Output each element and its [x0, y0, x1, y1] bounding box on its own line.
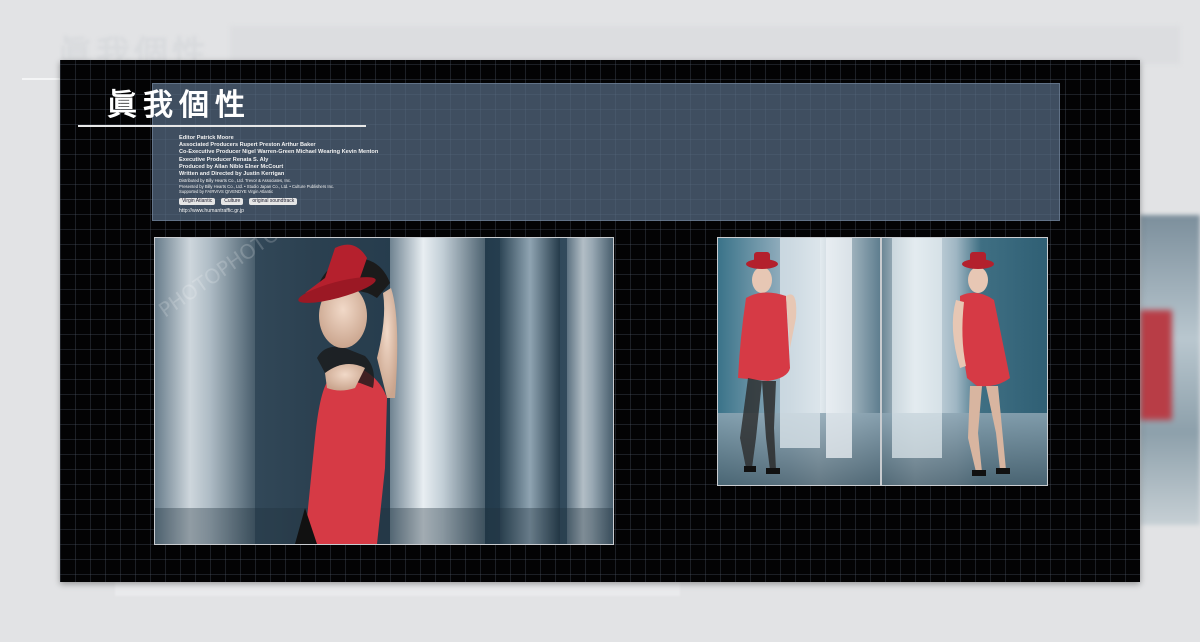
credit-small-line: Supported by FAIRVIVS QIVENDYE Virgin At…	[179, 189, 274, 195]
album-title: 眞我個性	[107, 88, 251, 123]
website-url: http://www.humantraffic.gr.jp	[179, 208, 245, 214]
sponsor-logo: Culture	[221, 198, 244, 205]
credit-line: Associated Producers Rupert Preston Arth…	[179, 142, 316, 149]
photo-small-right-image	[882, 238, 1047, 485]
echo-bottom	[115, 582, 680, 596]
photo-large: PHOTOPHOTO	[154, 237, 614, 545]
sponsor-logos: Virgin Atlantic Culture original soundtr…	[179, 198, 378, 205]
credit-line: Written and Directed by Justin Kerrigan	[179, 171, 285, 178]
photo-small-left-image	[718, 238, 880, 485]
photo-large-image: PHOTOPHOTO	[155, 238, 613, 544]
echo-band	[230, 26, 1180, 64]
credit-line: Produced by Allan Niblo Elner McCourt	[179, 163, 284, 170]
credits-block: Editor Patrick Moore Associated Producer…	[179, 135, 378, 214]
title-underline	[78, 125, 366, 127]
sponsor-logo: Virgin Atlantic	[179, 198, 216, 205]
credit-line: Executive Producer Renata S. Aly	[179, 156, 269, 163]
photo-small-left	[717, 237, 881, 486]
photo-small-right	[881, 237, 1048, 486]
credit-line: Editor Patrick Moore	[179, 135, 234, 141]
credit-line: Co-Executive Producer Nigel Warren-Green…	[179, 149, 379, 156]
echo-right-photo	[1140, 215, 1200, 525]
album-board: 眞我個性 Editor Patrick Moore Associated Pro…	[60, 60, 1140, 582]
sponsor-logo: original soundtrack	[249, 198, 298, 205]
